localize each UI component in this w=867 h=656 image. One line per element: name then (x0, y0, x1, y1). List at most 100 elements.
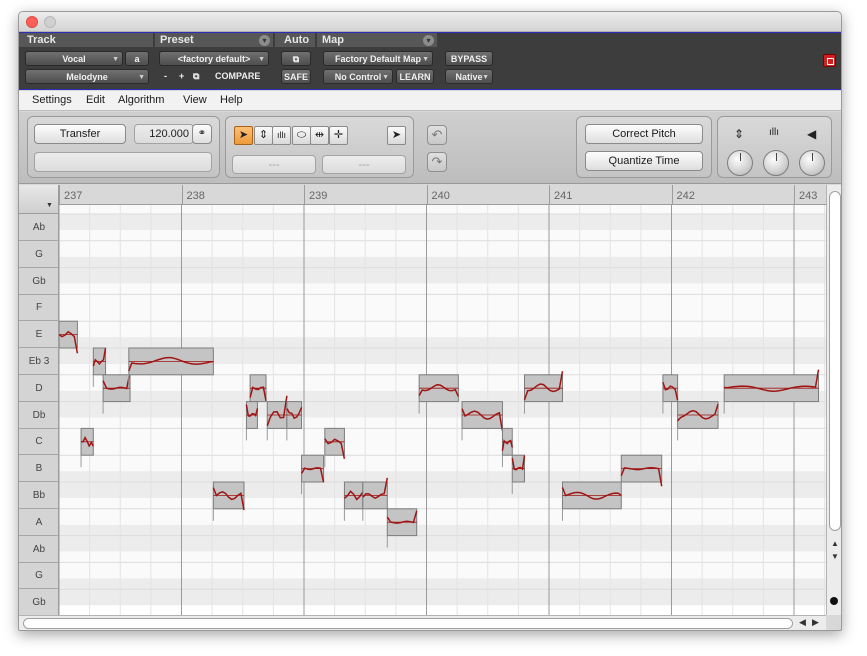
vertical-zoom-handle[interactable] (830, 597, 838, 605)
move-tool-icon[interactable]: ✛ (329, 126, 348, 145)
safe-button[interactable]: SAFE (281, 69, 311, 84)
track-selector[interactable]: Vocal ▼ (25, 51, 123, 66)
quantize-time-button[interactable]: Quantize Time (585, 151, 703, 171)
close-window-button[interactable] (26, 16, 38, 28)
undo-icon[interactable]: ↶ (427, 125, 447, 145)
automation-icon: ⧉ (292, 54, 300, 64)
formant-tool-icon[interactable]: ıllı (272, 126, 291, 145)
menu-algorithm[interactable]: Algorithm (118, 94, 164, 106)
pitch-key: E (19, 321, 59, 349)
bypass-button[interactable]: BYPASS (445, 51, 493, 66)
preset-previous-button[interactable]: - (164, 69, 167, 84)
formant-knob[interactable] (763, 150, 789, 176)
info-field (34, 152, 212, 172)
tempo-field[interactable]: 120.000 (134, 124, 194, 144)
bar-tick (59, 185, 60, 205)
pitch-row (59, 283, 826, 311)
menu-bar: Settings Edit Algorithm View Help (19, 91, 841, 111)
pitch-key: Ab (19, 536, 59, 563)
vertical-scroll-thumb[interactable] (829, 191, 841, 531)
pitch-key: B (19, 455, 59, 483)
pitch-row (59, 471, 826, 498)
menu-view[interactable]: View (183, 94, 207, 106)
pitch-key: Bb (19, 482, 59, 509)
bar-label: 241 (554, 190, 573, 202)
chevron-down-icon: ▼ (422, 56, 429, 63)
bar-tick (549, 185, 550, 205)
pitch-key: Gb (19, 589, 59, 617)
scroll-left-arrow-icon[interactable]: ◀ (799, 617, 806, 628)
pitch-row (59, 310, 826, 338)
menu-help[interactable]: Help (220, 94, 243, 106)
note-editor[interactable] (59, 205, 826, 615)
bar-label: 240 (431, 190, 450, 202)
native-selector[interactable]: Native ▼ (445, 69, 493, 84)
pitch-key: D (19, 375, 59, 402)
chevron-down-icon: ▼ (138, 74, 145, 81)
main-tool-arrow-icon[interactable]: ➤ (234, 126, 253, 145)
menu-settings[interactable]: Settings (32, 94, 72, 106)
bar-label: 238 (186, 190, 205, 202)
copy-settings-icon[interactable]: ⧉ (193, 69, 199, 84)
control-selector[interactable]: No Control ▼ (323, 69, 393, 84)
macro-knobs-panel: ⇕ ıllı ◀ (717, 116, 832, 178)
correct-pitch-button[interactable]: Correct Pitch (585, 124, 703, 144)
chevron-down-icon: ▼ (46, 202, 53, 209)
horizontal-scroll-thumb[interactable] (23, 618, 793, 629)
param-field-left[interactable]: --- (232, 155, 316, 174)
volume-knob[interactable] (799, 150, 825, 176)
amplitude-tool-icon[interactable]: ⬭ (292, 126, 311, 145)
scroll-down-arrow-icon[interactable]: ▼ (830, 552, 840, 561)
pitch-key: C (19, 428, 59, 456)
time-tool-icon[interactable]: ⇹ (310, 126, 329, 145)
bar-label: 239 (309, 190, 328, 202)
preset-selector[interactable]: <factory default> ▼ (159, 51, 269, 66)
compare-button[interactable]: COMPARE (215, 69, 260, 84)
bar-tick (794, 185, 795, 205)
pitch-key: G (19, 241, 59, 268)
bar-ruler[interactable]: 237 238 239 240 241 242 243 (19, 185, 826, 205)
volume-knob-icon: ◀ (807, 127, 817, 141)
chevron-down-icon: ▼ (258, 56, 265, 63)
pitch-key: Eb 3 (19, 348, 59, 375)
ruler-corner[interactable]: ▼ (19, 185, 59, 214)
pitch-row (59, 256, 826, 284)
bar-label: 237 (64, 190, 83, 202)
map-menu-icon[interactable]: ▾ (423, 35, 434, 46)
pitch-row (59, 551, 826, 579)
bar-tick (181, 185, 183, 205)
pitch-key: F (19, 294, 59, 322)
transfer-panel: Transfer 120.000 ⚭ (27, 116, 220, 178)
preset-next-button[interactable]: + (179, 69, 184, 84)
track-channel-selector[interactable]: a (125, 51, 149, 66)
track-label: Track (27, 34, 56, 46)
pitch-key: Gb (19, 268, 59, 295)
horizontal-scrollbar[interactable]: ◀ ▶ (19, 615, 826, 630)
preset-label: Preset (160, 34, 194, 46)
param-field-right[interactable]: --- (322, 155, 406, 174)
plugin-power-icon[interactable] (823, 54, 836, 67)
plugin-selector[interactable]: Melodyne ▼ (25, 69, 149, 84)
bar-label: 243 (799, 190, 818, 202)
map-label: Map (322, 34, 344, 46)
preset-menu-icon[interactable]: ▾ (259, 35, 270, 46)
tempo-link-icon[interactable]: ⚭ (192, 124, 212, 144)
pitch-tool-icon[interactable]: ⇕ (254, 126, 273, 145)
redo-icon[interactable]: ↷ (427, 152, 447, 172)
learn-button[interactable]: LEARN (396, 69, 434, 84)
pitch-row (59, 230, 826, 257)
transfer-button[interactable]: Transfer (34, 124, 126, 144)
pitch-row (59, 578, 826, 606)
scroll-up-arrow-icon[interactable]: ▲ (830, 539, 840, 548)
pitch-knob[interactable] (727, 150, 753, 176)
map-selector[interactable]: Factory Default Map ▼ (323, 51, 433, 66)
pitch-key: Db (19, 402, 59, 429)
menu-edit[interactable]: Edit (86, 94, 105, 106)
scroll-right-arrow-icon[interactable]: ▶ (812, 617, 819, 628)
minimize-window-button[interactable] (44, 16, 56, 28)
note-grid[interactable] (59, 205, 826, 615)
pitch-ruler: Ab G Gb F E Eb 3 D Db C B Bb A Ab G Gb (19, 214, 59, 617)
vertical-scrollbar[interactable]: ▲ ▼ (826, 185, 841, 615)
add-note-tool-icon[interactable]: ➤ (387, 126, 406, 145)
automation-window-button[interactable]: ⧉ (281, 51, 311, 66)
